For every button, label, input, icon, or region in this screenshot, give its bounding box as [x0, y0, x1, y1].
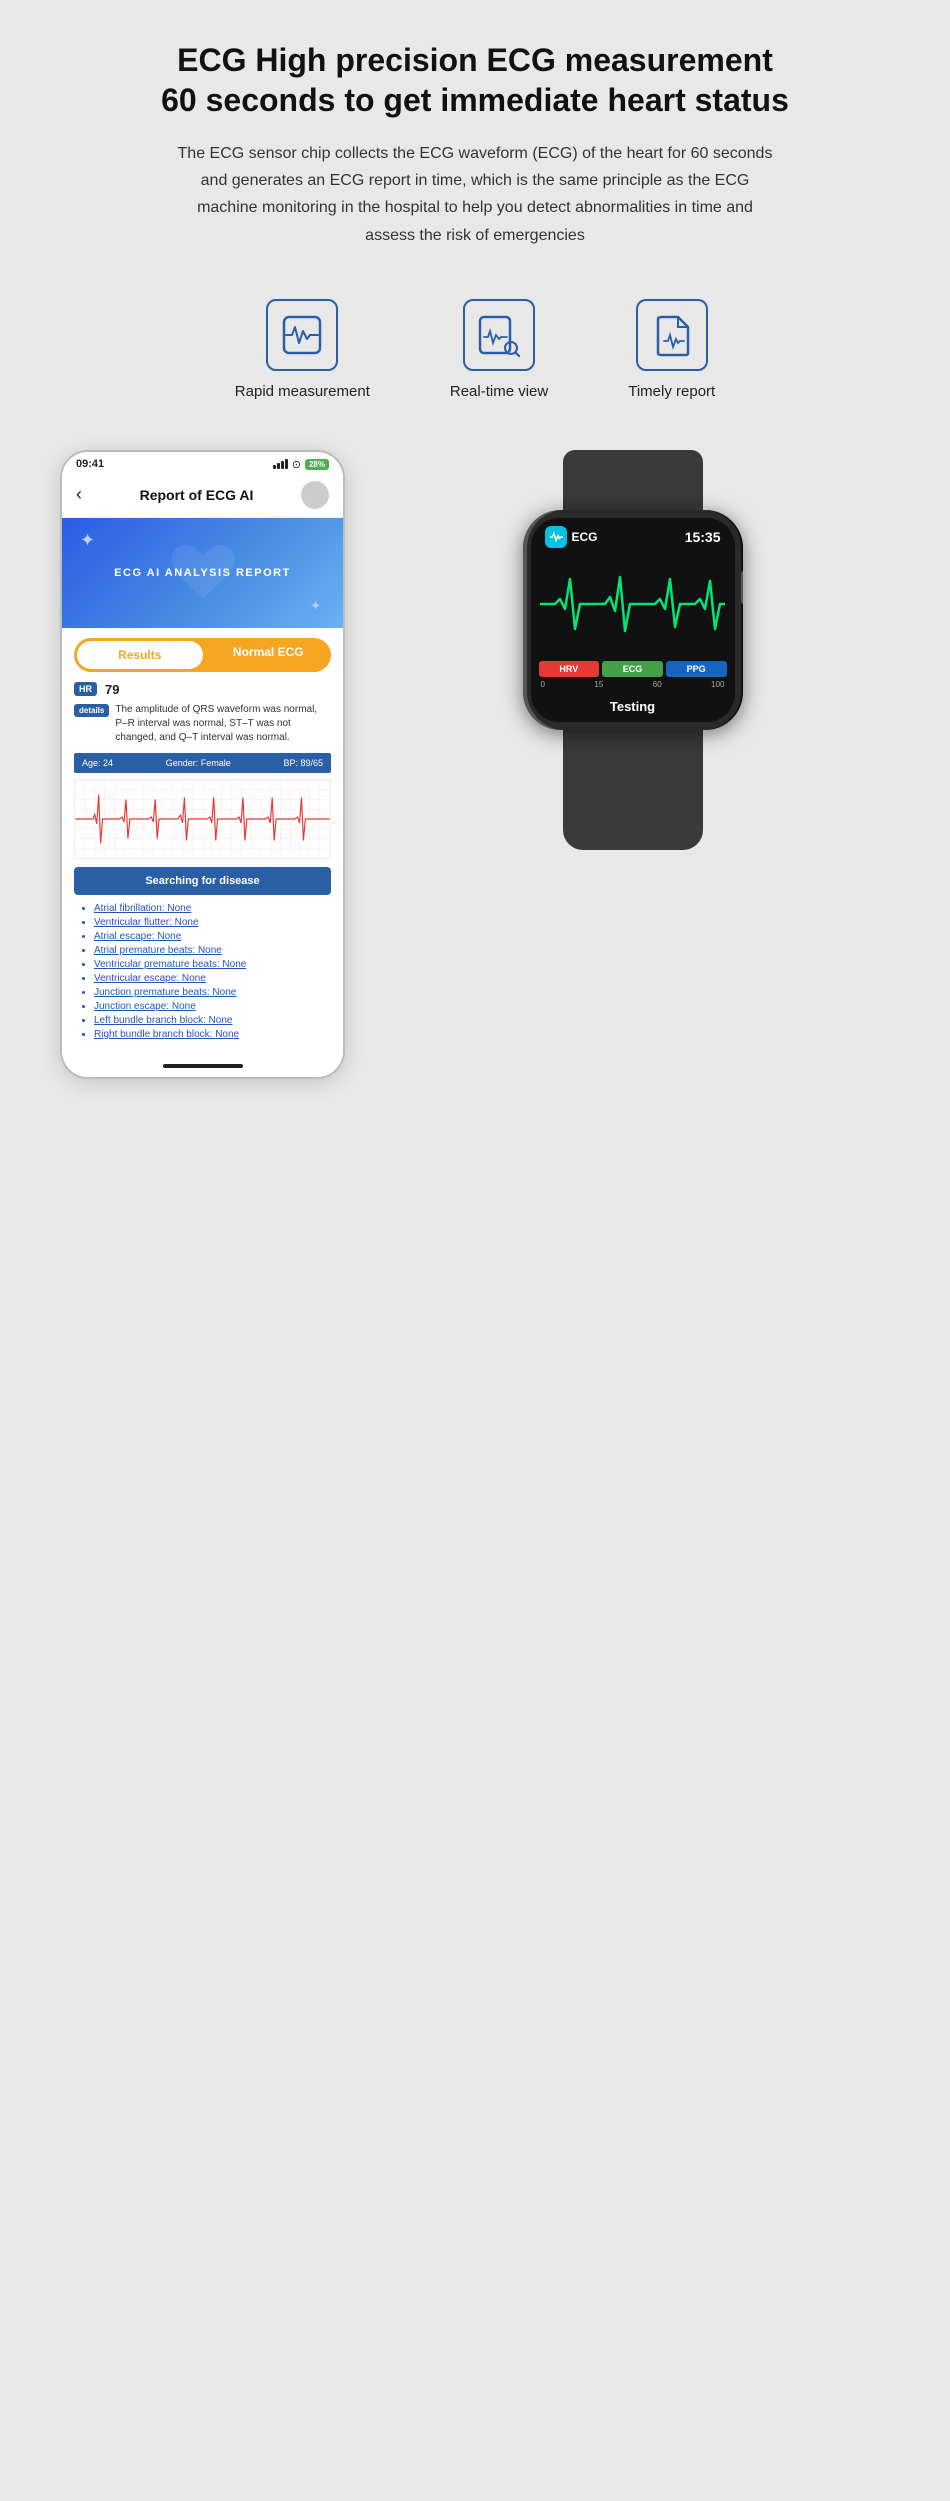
phone-nav-bar: ‹ Report of ECG AI — [62, 475, 343, 518]
patient-age: Age: 24 — [82, 758, 113, 768]
ecg-wave-icon — [280, 313, 324, 357]
watch-area: ECG 15:35 HRV — [375, 450, 890, 870]
wifi-icon: ⊙ — [292, 458, 301, 471]
signal-bar-1 — [273, 465, 276, 469]
details-row: details The amplitude of QRS waveform wa… — [74, 703, 331, 745]
scale-15: 15 — [594, 680, 603, 689]
feature-realtime-view: Real-time view — [450, 299, 548, 400]
tab-normal-ecg[interactable]: Normal ECG — [206, 638, 332, 672]
scale-0: 0 — [541, 680, 545, 689]
patient-info-bar: Age: 24 Gender: Female BP: 89/65 — [74, 753, 331, 773]
ecg-graph-svg — [75, 780, 330, 858]
rapid-measurement-label: Rapid measurement — [235, 383, 370, 400]
watch-ecg-area — [531, 552, 735, 657]
patient-bp: BP: 89/65 — [283, 758, 323, 768]
disease-list: Atrial fibrillation: None Ventricular flu… — [74, 903, 331, 1040]
disease-list-item: Left bundle branch block: None — [94, 1015, 331, 1026]
watch-app-name: ECG — [572, 530, 598, 544]
watch-ecg-pill: ECG — [602, 661, 663, 677]
main-title: ECG High precision ECG measurement 60 se… — [161, 40, 789, 120]
back-button[interactable]: ‹ — [76, 484, 82, 505]
timely-report-label: Timely report — [628, 383, 715, 400]
magnify-ecg-icon — [477, 313, 521, 357]
phone-content: Results Normal ECG HR 79 details The amp… — [62, 628, 343, 1053]
battery-badge: 28% — [305, 459, 329, 470]
hr-row: HR 79 — [74, 682, 331, 697]
watch-progress-area: HRV ECG PPG 0 15 60 100 — [531, 657, 735, 693]
feature-rapid-measurement: Rapid measurement — [235, 299, 370, 400]
watch-testing-label: Testing — [531, 693, 735, 722]
watch-case: ECG 15:35 HRV — [523, 510, 743, 730]
ecg-banner: ✦ ✦ ECG AI ANALYSIS REPORT — [62, 518, 343, 628]
disease-list-item: Ventricular flutter: None — [94, 917, 331, 928]
page-wrapper: ECG High precision ECG measurement 60 se… — [0, 0, 950, 1139]
features-row: Rapid measurement Real-time view — [235, 299, 715, 400]
sparkle-icon-2: ✦ — [310, 598, 321, 614]
watch-ecg-svg — [540, 569, 725, 639]
watch-hrv-pill: HRV — [539, 661, 600, 677]
watch-ppg-pill: PPG — [666, 661, 727, 677]
disease-list-item: Ventricular premature beats: None — [94, 959, 331, 970]
watch-app-icon — [545, 526, 567, 548]
signal-bars-icon — [273, 459, 288, 469]
disease-list-item: Atrial escape: None — [94, 931, 331, 942]
watch-status-bar: ECG 15:35 — [531, 518, 735, 552]
ecg-banner-text: ECG AI ANALYSIS REPORT — [114, 567, 291, 579]
signal-bar-3 — [281, 461, 284, 469]
realtime-view-label: Real-time view — [450, 383, 548, 400]
signal-bar-4 — [285, 459, 288, 469]
tab-results[interactable]: Results — [77, 641, 203, 669]
home-indicator — [163, 1064, 243, 1068]
ecg-graph-area — [74, 779, 331, 859]
disease-list-item: Junction premature beats: None — [94, 987, 331, 998]
nav-title: Report of ECG AI — [92, 487, 301, 503]
scale-60: 60 — [653, 680, 662, 689]
watch-crown — [741, 570, 743, 605]
phone-home-bar — [62, 1059, 343, 1077]
avatar — [301, 481, 329, 509]
patient-gender: Gender: Female — [166, 758, 231, 768]
watch-band-bottom — [563, 730, 703, 850]
details-badge: details — [74, 704, 109, 717]
rapid-measurement-icon-box — [266, 299, 338, 371]
realtime-view-icon-box — [463, 299, 535, 371]
watch-app-info: ECG — [545, 526, 598, 548]
disease-list-item: Right bundle branch block: None — [94, 1029, 331, 1040]
disease-list-item: Junction escape: None — [94, 1001, 331, 1012]
feature-timely-report: Timely report — [628, 299, 715, 400]
scale-100: 100 — [711, 680, 724, 689]
watch-time: 15:35 — [685, 529, 721, 545]
status-time: 09:41 — [76, 458, 104, 470]
watch-screen: ECG 15:35 HRV — [531, 518, 735, 722]
timely-report-icon-box — [636, 299, 708, 371]
bottom-section: 09:41 ⊙ 28% ‹ Report of ECG AI — [60, 450, 890, 1079]
hr-value: 79 — [105, 682, 119, 697]
status-right: ⊙ 28% — [273, 458, 329, 471]
sparkle-icon-1: ✦ — [80, 530, 95, 551]
details-text: The amplitude of QRS waveform was normal… — [115, 703, 331, 745]
disease-list-item: Atrial premature beats: None — [94, 945, 331, 956]
phone-status-bar: 09:41 ⊙ 28% — [62, 452, 343, 475]
watch-band-top — [563, 450, 703, 510]
watch-hrv-ecg-ppg: HRV ECG PPG — [539, 661, 727, 677]
signal-bar-2 — [277, 463, 280, 469]
report-icon — [650, 313, 694, 357]
disease-list-item: Atrial fibrillation: None — [94, 903, 331, 914]
watch-body: ECG 15:35 HRV — [523, 450, 743, 850]
result-tabs[interactable]: Results Normal ECG — [74, 638, 331, 672]
hr-badge: HR — [74, 682, 97, 696]
search-disease-button[interactable]: Searching for disease — [74, 867, 331, 895]
watch-ecg-app-icon — [549, 530, 563, 544]
watch-scale: 0 15 60 100 — [539, 680, 727, 689]
phone-mockup: 09:41 ⊙ 28% ‹ Report of ECG AI — [60, 450, 345, 1079]
subtitle-text: The ECG sensor chip collects the ECG wav… — [175, 140, 775, 249]
disease-list-item: Ventricular escape: None — [94, 973, 331, 984]
